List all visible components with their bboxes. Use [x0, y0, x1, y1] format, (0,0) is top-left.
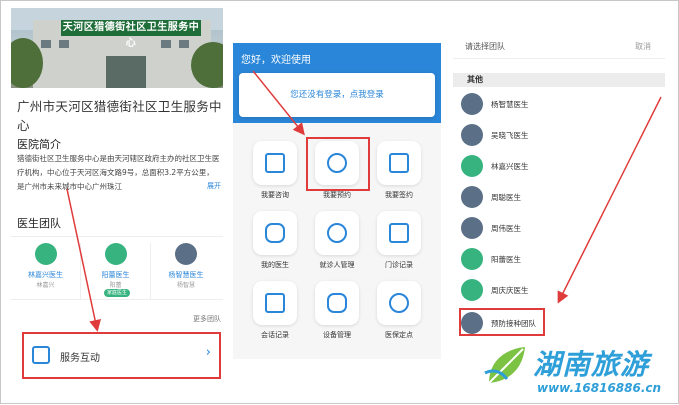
doctor-avatar: [461, 186, 483, 208]
greeting-text: 您好，欢迎使用: [241, 55, 311, 66]
tile-label: 我要签约: [385, 191, 413, 199]
home-panel: 您好，欢迎使用 您还没有登录，点我登录 我要咨询 我要预约 我要签约 我的医生 …: [233, 43, 441, 359]
team-option-name: 阳蕾医生: [491, 255, 521, 264]
consult-icon: [265, 153, 285, 173]
tile-label: 我要预约: [323, 191, 351, 199]
team-option-name: 林嘉兴医生: [491, 162, 529, 171]
hospital-name: 广州市天河区猎德街社区卫生服务中心: [17, 99, 222, 133]
insurance-point-icon: [389, 293, 409, 313]
team-option-name: 杨智慧医生: [491, 100, 529, 109]
team-member[interactable]: 阳蕾医生 阳蕾 家庭医生: [81, 243, 151, 299]
doctor-avatar: [461, 217, 483, 239]
my-doctor-icon: [265, 223, 285, 243]
team-option-name: 周伟医生: [491, 224, 521, 233]
appointment-highlight-box: [306, 137, 370, 191]
patient-management-icon: [327, 223, 347, 243]
service-label: 服务互动: [60, 353, 100, 364]
screenshot-frame: 天河区猎德街社区卫生服务中心 广州市天河区猎德街社区卫生服务中心 医院简介 猎德…: [0, 0, 679, 404]
doctor-avatar: [461, 124, 483, 146]
member-tag: 家庭医生: [104, 289, 130, 297]
tile-label: 设备管理: [323, 331, 351, 339]
clinic-record-icon: [389, 223, 409, 243]
sign-contract-icon: [389, 153, 409, 173]
login-prompt[interactable]: 您还没有登录，点我登录: [239, 73, 435, 117]
tile-label: 就诊人管理: [319, 261, 355, 269]
service-icon: [32, 346, 50, 364]
device-management-tile[interactable]: [315, 281, 359, 325]
doctor-avatar-icon: [461, 155, 483, 177]
consult-tile[interactable]: [253, 141, 297, 185]
chevron-right-icon: ›: [205, 345, 211, 360]
watermark-url: www.16816886.cn: [537, 381, 662, 395]
hospital-sign-text: 天河区猎德街社区卫生服务中心: [61, 20, 201, 49]
member-name: 杨智慧医生: [168, 271, 204, 279]
team-option[interactable]: 杨智慧医生: [461, 91, 661, 117]
doctor-team-list: 林嘉兴医生 林嘉兴 阳蕾医生 阳蕾 家庭医生 杨智慧医生 杨智慧: [11, 236, 223, 300]
intro-heading: 医院简介: [17, 138, 61, 151]
chat-record-icon: [265, 293, 285, 313]
home-header: 您好，欢迎使用 您还没有登录，点我登录: [233, 43, 441, 123]
my-doctor-tile[interactable]: [253, 211, 297, 255]
service-interaction-button[interactable]: 服务互动 ›: [22, 332, 221, 379]
team-member[interactable]: 杨智慧医生 杨智慧: [151, 243, 221, 299]
doctor-avatar: [175, 243, 197, 265]
tile-label: 我的医生: [261, 261, 289, 269]
member-name: 阳蕾医生: [101, 271, 130, 279]
team-option[interactable]: 阳蕾医生: [461, 246, 661, 272]
doctor-avatar-icon: [35, 243, 57, 265]
team-option-name: 周庆庆医生: [491, 286, 529, 295]
tile-label: 会话记录: [261, 331, 289, 339]
intro-text: 猎德街社区卫生服务中心是由天河辖区政府主办的社区卫生医疗机构，中心位于天河区海文…: [17, 154, 220, 191]
team-member[interactable]: 林嘉兴医生 林嘉兴: [11, 243, 81, 299]
member-subname: 阳蕾: [109, 282, 122, 289]
more-teams-link[interactable]: 更多团队: [193, 314, 221, 324]
tile-label: 门诊记录: [385, 261, 413, 269]
cancel-button[interactable]: 取消: [635, 41, 651, 52]
watermark-brand: 湖南旅游: [533, 348, 650, 381]
device-management-icon: [327, 293, 347, 313]
team-option-name: 吴晓飞医生: [491, 131, 529, 140]
watermark: 湖南旅游 www.16816886.cn: [483, 343, 673, 399]
team-select-title: 请选择团队: [465, 42, 505, 51]
vaccination-team-highlight-box: [459, 308, 545, 336]
tile-label: 医保定点: [385, 331, 413, 339]
patient-management-tile[interactable]: [315, 211, 359, 255]
team-select-panel: 请选择团队 取消 其他 杨智慧医生 吴晓飞医生 林嘉兴医生 周聪医生 周伟医生 …: [453, 35, 665, 357]
team-option[interactable]: 周伟医生: [461, 215, 661, 241]
team-option[interactable]: 林嘉兴医生: [461, 153, 661, 179]
expand-link[interactable]: 展开: [207, 181, 221, 191]
tile-label: 我要咨询: [261, 191, 289, 199]
doctor-avatar-icon: [461, 248, 483, 270]
team-option[interactable]: 周庆庆医生: [461, 277, 661, 303]
doctor-avatar: [461, 93, 483, 115]
insurance-point-tile[interactable]: [377, 281, 421, 325]
chat-record-tile[interactable]: [253, 281, 297, 325]
group-header: 其他: [453, 73, 665, 87]
team-option[interactable]: 吴晓飞医生: [461, 122, 661, 148]
sign-contract-tile[interactable]: [377, 141, 421, 185]
member-name: 林嘉兴医生: [28, 271, 63, 279]
clinic-record-tile[interactable]: [377, 211, 421, 255]
team-option[interactable]: 周聪医生: [461, 184, 661, 210]
member-subname: 林嘉兴: [36, 282, 55, 289]
member-subname: 杨智慧: [176, 282, 195, 289]
team-option-name: 周聪医生: [491, 193, 521, 202]
team-select-header: 请选择团队 取消: [453, 35, 665, 59]
doctor-avatar-icon: [105, 243, 127, 265]
team-heading: 医生团队: [17, 217, 61, 230]
leaf-logo-icon: [484, 347, 525, 384]
hospital-photo: 天河区猎德街社区卫生服务中心: [11, 8, 223, 88]
doctor-avatar-icon: [461, 279, 483, 301]
